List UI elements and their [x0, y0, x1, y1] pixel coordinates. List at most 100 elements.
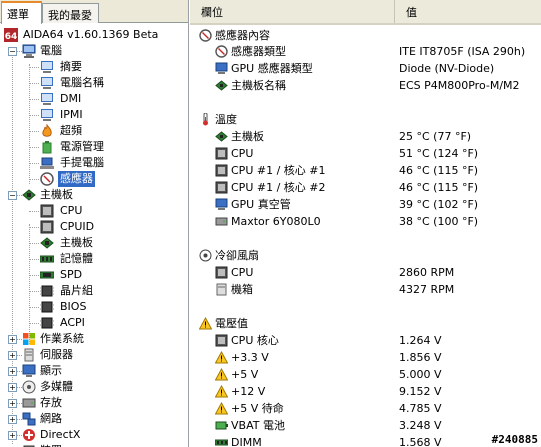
tab-favorites[interactable]: 我的最愛 — [42, 3, 99, 23]
row-value: 1.264 V — [399, 334, 442, 347]
table-row[interactable]: +5 V 待命 4.785 V — [190, 400, 541, 417]
table-row[interactable]: 機箱 4327 RPM — [190, 281, 541, 298]
row-label: CPU #1 / 核心 #1 — [231, 164, 326, 177]
table-row[interactable]: +12 V 9.152 V — [190, 383, 541, 400]
tree-item-label: 摘要 — [60, 60, 82, 73]
power-icon — [40, 140, 54, 154]
tree-item-label: 主機板 — [40, 188, 73, 201]
tab-menu[interactable]: 選單 — [1, 1, 42, 24]
motherboard-icon — [215, 79, 228, 92]
tree-item-label: 記憶體 — [60, 252, 93, 265]
spd-icon — [39, 268, 55, 282]
table-row[interactable]: CPU #1 / 核心 #2 46 °C (115 °F) — [190, 179, 541, 196]
tree-item-label: 網路 — [40, 412, 62, 425]
row-label: 機箱 — [231, 283, 253, 296]
cpu-icon — [40, 204, 54, 218]
column-header: 欄位 值 — [190, 0, 541, 25]
tree-item-label: 電源管理 — [60, 140, 104, 153]
row-value: 25 °C (77 °F) — [399, 130, 472, 143]
cpu-icon — [215, 266, 228, 279]
section-header-temperatures: 溫度 — [190, 111, 541, 128]
sensor-icon — [199, 29, 212, 42]
row-value: 39 °C (102 °F) — [399, 198, 479, 211]
chipset-icon — [40, 284, 54, 298]
row-value: 5.000 V — [399, 368, 442, 381]
column-header-value[interactable]: 值 — [395, 0, 541, 23]
directx-icon — [22, 428, 36, 442]
tree-item-label: 裝置 — [38, 443, 64, 447]
tree-item-label: 電腦名稱 — [60, 76, 104, 89]
table-row[interactable]: 感應器類型 ITE IT8705F (ISA 290h) — [190, 43, 541, 60]
table-row[interactable]: Maxtor 6Y080L0 38 °C (100 °F) — [190, 213, 541, 230]
memory-icon — [214, 436, 229, 447]
expand-icon[interactable]: + — [8, 367, 17, 376]
tree-item-label: CPUID — [60, 220, 95, 233]
memory-icon — [39, 252, 55, 266]
table-row[interactable]: 主機板 25 °C (77 °F) — [190, 128, 541, 145]
expand-icon[interactable]: + — [8, 431, 17, 440]
table-row[interactable]: 主機板名稱 ECS P4M800Pro-M/M2 — [190, 77, 541, 94]
row-label: GPU 感應器類型 — [231, 62, 313, 75]
windows-icon — [22, 332, 36, 346]
motherboard-icon — [22, 188, 36, 202]
row-label: CPU #1 / 核心 #2 — [231, 181, 326, 194]
expand-icon[interactable]: + — [8, 415, 17, 424]
table-row[interactable]: GPU 真空管 39 °C (102 °F) — [190, 196, 541, 213]
row-value: 46 °C (115 °F) — [399, 181, 479, 194]
row-label: CPU — [231, 266, 254, 279]
tree-item-label: DirectX — [40, 428, 81, 441]
row-label: 主機板名稱 — [231, 79, 286, 92]
warning-icon — [214, 350, 229, 364]
row-value: 9.152 V — [399, 385, 442, 398]
tree-item-label: 超頻 — [60, 124, 82, 137]
aida64-logo-icon: 64 — [4, 28, 18, 42]
warning-icon — [198, 316, 213, 330]
row-value: 4.785 V — [399, 402, 442, 415]
expand-icon[interactable]: + — [8, 351, 17, 360]
tree-item-label: 感應器 — [58, 171, 95, 187]
table-row[interactable]: CPU 51 °C (124 °F) — [190, 145, 541, 162]
row-value: 4327 RPM — [399, 283, 455, 296]
table-row[interactable]: +3.3 V 1.856 V — [190, 349, 541, 366]
tree-item-label: CPU — [60, 204, 83, 217]
table-row[interactable]: CPU #1 / 核心 #1 46 °C (115 °F) — [190, 162, 541, 179]
motherboard-icon — [40, 236, 54, 250]
row-label: +3.3 V — [231, 351, 269, 364]
table-row[interactable]: CPU 核心 1.264 V — [190, 332, 541, 349]
row-label: DIMM — [231, 436, 262, 447]
tree-item-label: 作業系統 — [40, 332, 84, 345]
cpuid-icon — [40, 220, 54, 234]
tree-item-label: ACPI — [60, 316, 85, 329]
table-row[interactable]: VBAT 電池 3.248 V — [190, 417, 541, 434]
expand-icon[interactable]: + — [8, 335, 17, 344]
table-row[interactable]: +5 V 5.000 V — [190, 366, 541, 383]
tree-item-label: 存放 — [40, 396, 62, 409]
column-header-field[interactable]: 欄位 — [190, 0, 395, 23]
section-title: 感應器內容 — [215, 29, 270, 42]
table-row[interactable]: GPU 感應器類型 Diode (NV-Diode) — [190, 60, 541, 77]
row-label: CPU 核心 — [231, 334, 279, 347]
collapse-icon[interactable]: − — [8, 191, 17, 200]
thermometer-icon — [199, 112, 212, 126]
tree-item-label: 手提電腦 — [60, 156, 104, 169]
expand-icon[interactable]: + — [8, 383, 17, 392]
cpu-icon — [215, 334, 228, 347]
network-icon — [22, 412, 36, 426]
section-title: 溫度 — [215, 113, 237, 126]
section-header-cooling-fans: 冷卻風扇 — [190, 247, 541, 264]
table-row[interactable]: CPU 2860 RPM — [190, 264, 541, 281]
expand-icon[interactable]: + — [8, 399, 17, 408]
cpu-icon — [215, 164, 228, 177]
fan-icon — [199, 249, 212, 262]
tree-item-label: 顯示 — [40, 364, 62, 377]
row-label: CPU — [231, 147, 254, 160]
sensor-icon — [40, 172, 54, 186]
cpu-icon — [215, 147, 228, 160]
collapse-icon[interactable]: − — [8, 47, 17, 56]
table-row[interactable]: DIMM 1.568 V — [190, 434, 541, 447]
battery-icon — [215, 419, 228, 432]
computer-name-icon — [40, 76, 54, 90]
acpi-icon — [40, 316, 54, 330]
details-pane: 欄位 值 感應器內容 感應器類型 ITE IT8705F (ISA 290h) … — [190, 0, 541, 447]
row-value: 51 °C (124 °F) — [399, 147, 479, 160]
